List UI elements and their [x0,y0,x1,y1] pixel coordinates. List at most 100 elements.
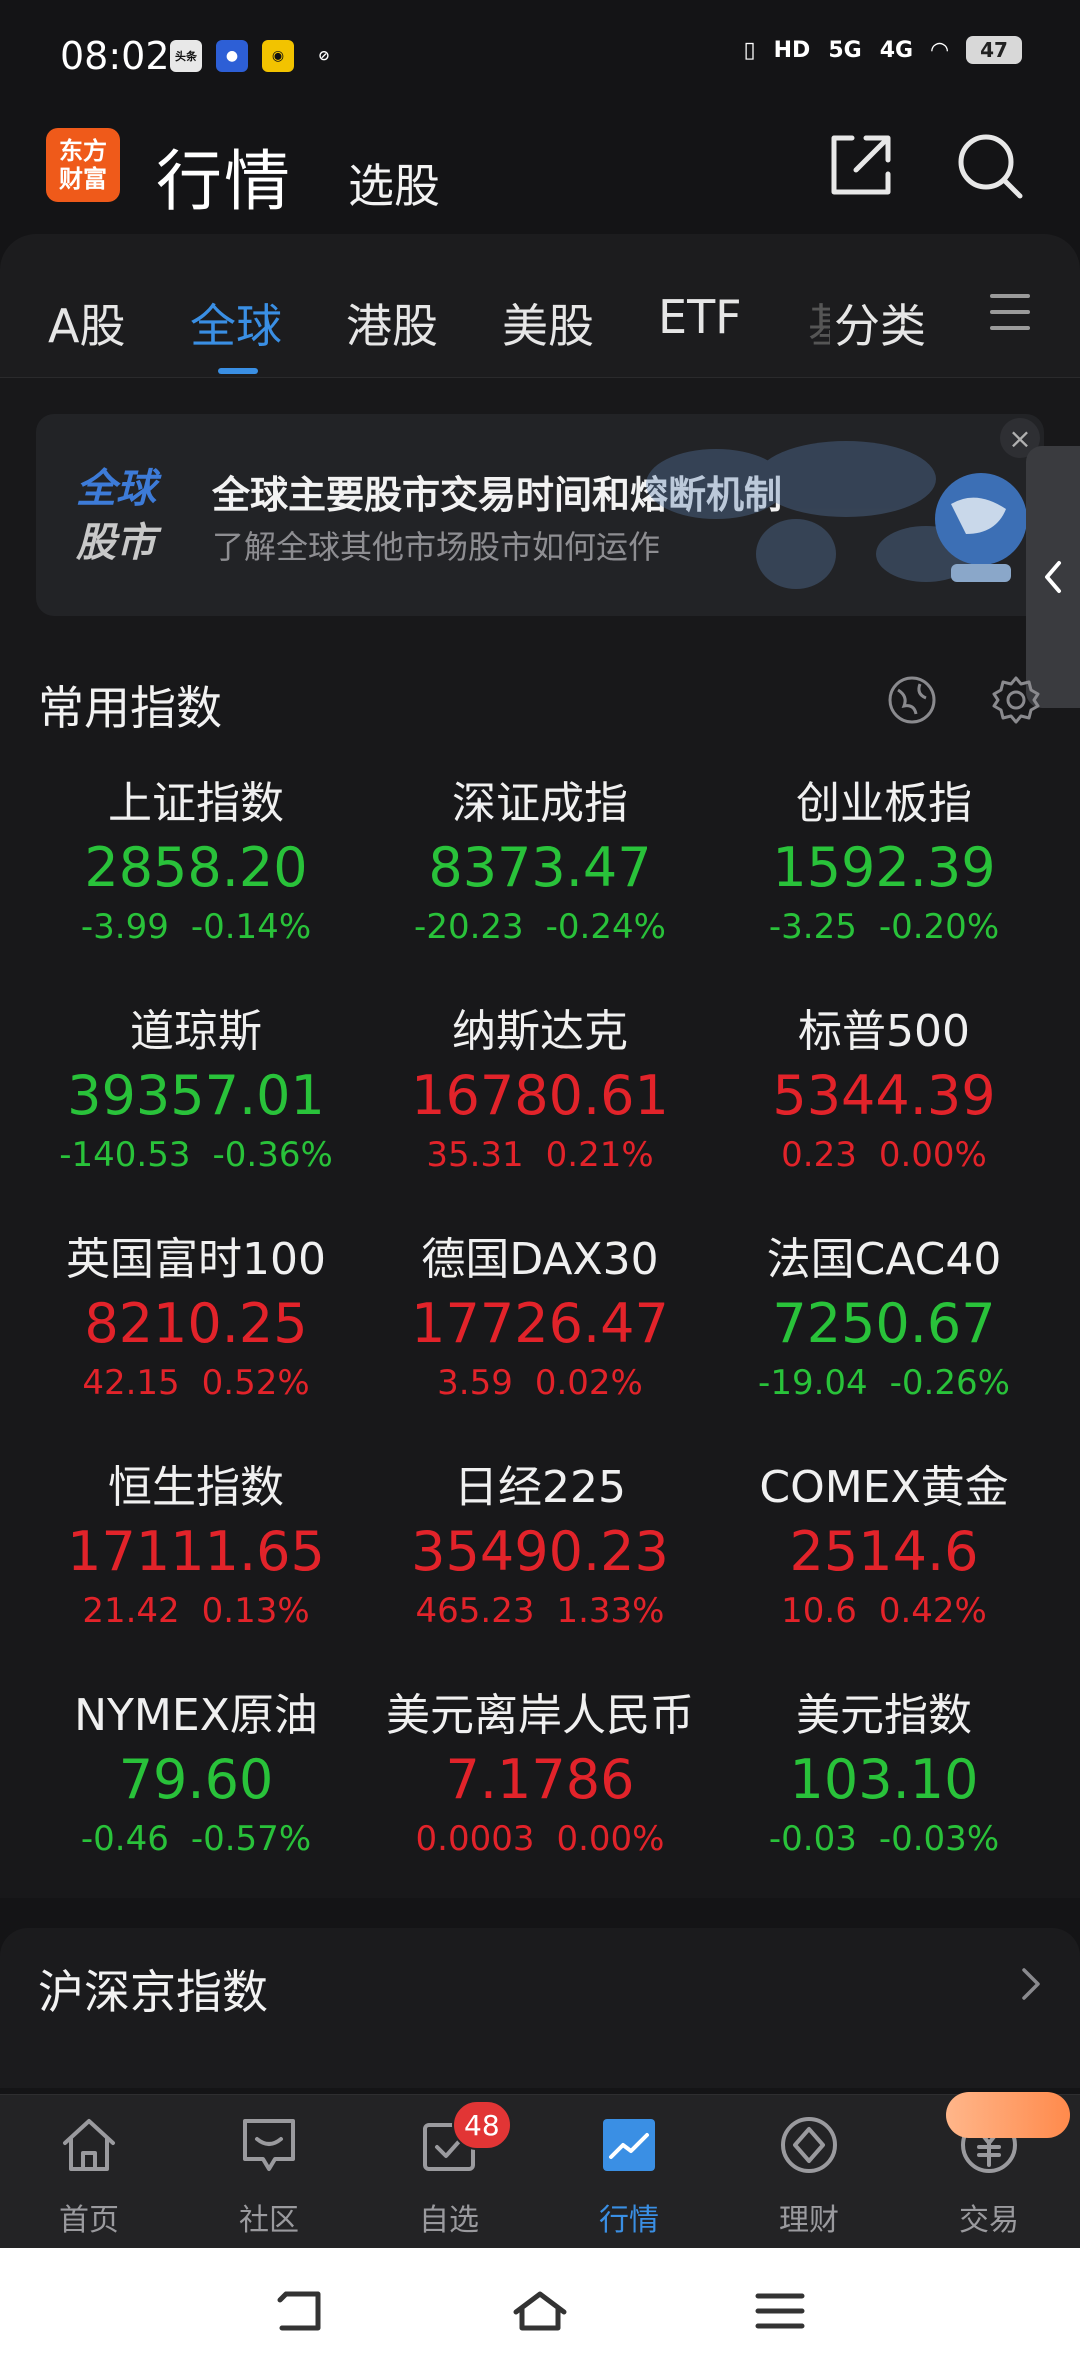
home-button-icon[interactable] [510,2286,570,2336]
index-card[interactable]: NYMEX原油 79.60 -0.46 -0.57% [26,1688,366,1860]
index-change: 465.23 1.33% [415,1591,665,1631]
index-price: 8373.47 [428,836,652,899]
index-price: 7250.67 [772,1292,996,1355]
index-price: 35490.23 [411,1520,669,1583]
index-card[interactable]: 纳斯达克 16780.61 35.31 0.21% [370,1004,710,1176]
common-indices-title: 常用指数 [38,681,222,735]
side-drawer-handle[interactable] [1026,446,1080,708]
index-card[interactable]: 恒生指数 17111.65 21.42 0.13% [26,1460,366,1632]
index-price: 2514.6 [789,1520,979,1583]
link-icon: ⊘ [318,48,330,64]
chevron-right-icon [1022,1968,1040,2000]
index-name: 标普500 [798,1006,970,1057]
nav-home[interactable]: 首页 [14,2113,164,2239]
nav-market[interactable]: 行情 [554,2113,704,2239]
index-card[interactable]: 英国富时100 8210.25 42.15 0.52% [26,1232,366,1404]
index-name: 法国CAC40 [766,1234,1002,1285]
index-change: -20.23 -0.24% [414,907,666,947]
hs-index-title: 沪深京指数 [38,1965,268,2019]
global-market-banner[interactable]: 全球 股市 全球主要股市交易时间和熔断机制 了解全球其他市场股市如何运作 [36,414,1044,616]
index-card[interactable]: 深证成指 8373.47 -20.23 -0.24% [370,776,710,948]
index-price: 17111.65 [67,1520,325,1583]
index-name: 美元指数 [796,1690,972,1741]
nav-community-label: 社区 [239,2203,299,2238]
index-card[interactable]: 创业板指 1592.39 -3.25 -0.20% [714,776,1054,948]
market-icon [603,2119,655,2171]
logo-line2: 财富 [59,165,107,193]
hd-label: HD [773,37,811,63]
index-price: 7.1786 [445,1748,635,1811]
banner-logo: 全球 股市 [76,462,156,570]
index-card[interactable]: 德国DAX30 17726.47 3.59 0.02% [370,1232,710,1404]
nav-home-label: 首页 [59,2203,119,2238]
index-change: -3.99 -0.14% [80,907,312,947]
tab-hk[interactable]: 港股 [346,290,438,356]
tab-etf[interactable]: ETF [658,290,742,344]
search-icon[interactable] [952,128,1028,204]
index-name: 恒生指数 [108,1462,284,1513]
index-name: 英国富时100 [66,1234,326,1285]
index-name: COMEX黄金 [759,1462,1009,1513]
battery-icon: 47 [966,36,1022,64]
bottom-navigation: 首页 社区 自选 行情 理财 交易 [0,2094,1080,2248]
index-price: 1592.39 [772,836,996,899]
share-icon[interactable] [822,128,898,204]
globe-toggle-icon[interactable] [886,674,938,726]
index-card[interactable]: 上证指数 2858.20 -3.99 -0.14% [26,776,366,948]
index-price: 39357.01 [67,1064,325,1127]
status-time: 08:02 [60,34,170,78]
home-icon [63,2119,115,2171]
tab-fund-partial[interactable]: 基 [808,290,830,356]
net-4g: 4G [879,37,914,63]
index-card[interactable]: 标普500 5344.39 0.23 0.00% [714,1004,1054,1176]
index-change: -0.03 -0.03% [768,1819,1000,1859]
index-price: 8210.25 [84,1292,308,1355]
logo-line1: 东方 [59,137,107,165]
index-change: -140.53 -0.36% [59,1135,333,1175]
status-right: ▯ HD 5G 4G ◠ 47 [744,36,1022,64]
tabs-menu-icon[interactable] [990,294,1030,334]
tab-global[interactable]: 全球 [190,290,282,356]
index-name: 纳斯达克 [452,1006,628,1057]
hs-index-section[interactable]: 沪深京指数 [0,1928,1080,2088]
watchlist-count-badge: 48 [452,2100,512,2150]
index-card[interactable]: 日经225 35490.23 465.23 1.33% [370,1460,710,1632]
market-tabs: A股 全球 港股 美股 ETF 基 分类 [0,234,1080,378]
globe-icon [935,473,1027,582]
index-card[interactable]: 法国CAC40 7250.67 -19.04 -0.26% [714,1232,1054,1404]
tab-a-share[interactable]: A股 [48,290,125,356]
index-card[interactable]: 美元指数 103.10 -0.03 -0.03% [714,1688,1054,1860]
index-name: 日经225 [454,1462,626,1513]
app-logo[interactable]: 东方 财富 [46,128,120,202]
tab-us[interactable]: 美股 [502,290,594,356]
index-name: 德国DAX30 [421,1234,659,1285]
nav-community[interactable]: 社区 [194,2113,344,2239]
index-card[interactable]: COMEX黄金 2514.6 10.6 0.42% [714,1460,1054,1632]
settings-gear-icon[interactable] [990,674,1042,726]
index-card[interactable]: 美元离岸人民币 7.1786 0.0003 0.00% [370,1688,710,1860]
recent-apps-icon[interactable] [750,2286,810,2336]
index-name: 上证指数 [108,778,284,829]
stock-picker-link[interactable]: 选股 [348,150,440,216]
index-change: 21.42 0.13% [82,1591,310,1631]
back-icon[interactable] [270,2286,330,2336]
banner-subtitle: 了解全球其他市场股市如何运作 [212,528,661,566]
index-name: 创业板指 [796,778,972,829]
nav-wealth[interactable]: 理财 [734,2113,884,2239]
app-notification-icon: ● [216,40,248,72]
index-price: 79.60 [118,1748,274,1811]
promo-tag[interactable] [946,2092,1070,2138]
index-price: 16780.61 [411,1064,669,1127]
nav-trade-label: 交易 [959,2203,1019,2238]
index-card[interactable]: 道琼斯 39357.01 -140.53 -0.36% [26,1004,366,1176]
tab-category[interactable]: 分类 [834,290,926,356]
index-name: 美元离岸人民币 [386,1690,694,1741]
index-price: 17726.47 [411,1292,669,1355]
wifi-icon: ◠ [931,37,948,63]
index-change: -0.46 -0.57% [80,1819,312,1859]
index-change: 10.6 0.42% [781,1591,987,1631]
notification-icons: 头条 ● ◉ ⊘ [170,40,340,72]
banner-logo-line1: 全球 [76,466,156,512]
wealth-icon [781,2117,837,2173]
nav-wealth-label: 理财 [779,2203,839,2238]
